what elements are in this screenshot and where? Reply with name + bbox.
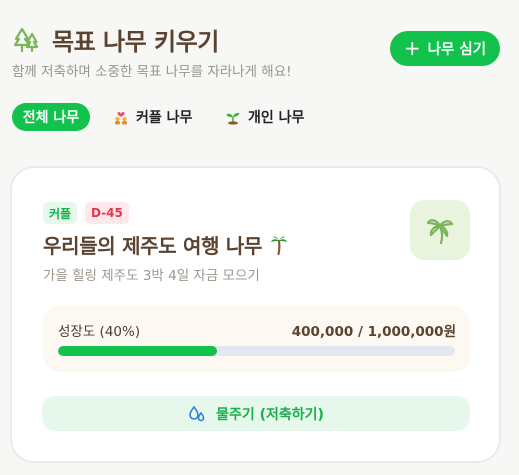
tree-avatar [410,200,470,260]
growth-progress-bar [58,346,455,356]
plant-tree-button[interactable]: + 나무 심기 [390,31,500,66]
tab-all-trees-label: 전체 나무 [22,110,80,126]
water-tree-button-label: 물주기 (저축하기) [216,406,324,423]
tab-personal-trees-label: 개인 나무 [248,110,305,126]
palm-tree-icon [426,219,454,245]
tab-couple-trees[interactable]: 커플 나무 [113,103,192,131]
growth-progress-label: 성장도 (40%) [58,324,141,340]
tree-type-badge: 커플 [43,202,78,224]
page-subtitle: 함께 저축하며 소중한 목표 나무를 자라나게 해요! [12,64,292,80]
tab-couple-trees-label: 커플 나무 [136,110,193,126]
sprout-icon [226,112,240,125]
couple-icon [115,112,127,125]
goal-title-text: 우리들의 제주도 여행 나무 [43,234,263,258]
savings-amount: 400,000 / 1,000,000원 [291,324,456,340]
trees-icon [13,27,39,53]
water-tree-button[interactable]: 물주기 (저축하기) [42,396,470,431]
goal-tree-card[interactable]: 커플 D-45 우리들의 제주도 여행 나무 가을 힐링 제주도 3박 4일 자… [10,166,501,463]
page-title: 목표 나무 키우기 [52,28,219,56]
dday-badge: D-45 [85,202,129,224]
water-drops-icon [189,405,205,421]
plant-tree-button-label: 나무 심기 [427,42,487,58]
tab-personal-trees[interactable]: 개인 나무 [225,103,304,131]
goal-description: 가을 힐링 제주도 3박 4일 자금 모으기 [43,268,260,284]
tab-all-trees[interactable]: 전체 나무 [12,103,90,131]
growth-progress-fill [58,346,217,356]
plus-icon: + [403,35,421,60]
goal-title: 우리들의 제주도 여행 나무 [43,230,288,259]
growth-progress-panel: 성장도 (40%) 400,000 / 1,000,000원 [43,306,470,372]
palm-tree-icon [271,235,288,255]
goal-tree-page: 목표 나무 키우기 함께 저축하며 소중한 목표 나무를 자라나게 해요! + … [0,0,519,475]
